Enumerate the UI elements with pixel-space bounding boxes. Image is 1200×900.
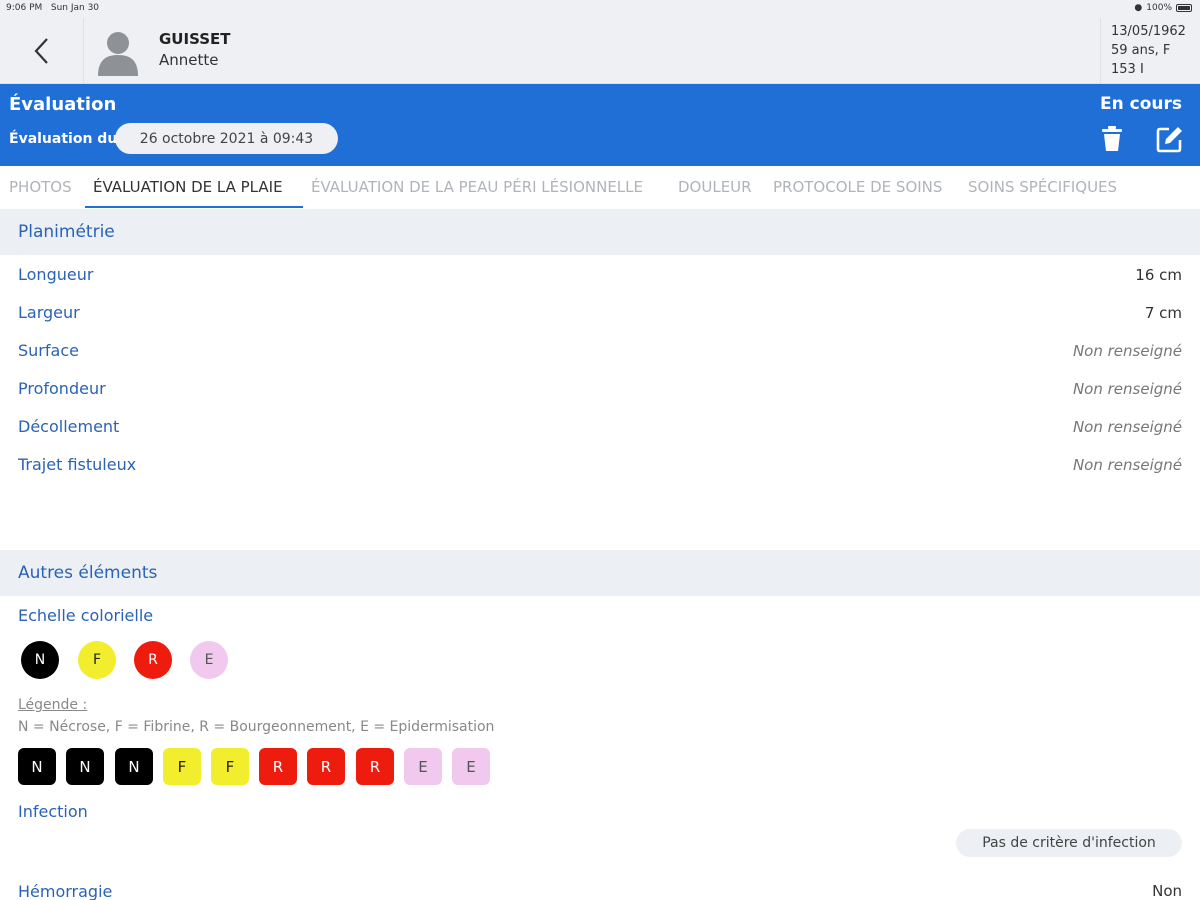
color-square: N: [115, 748, 153, 785]
back-button[interactable]: [0, 18, 84, 84]
field-label-surface: Surface: [18, 341, 79, 360]
color-square: R: [356, 748, 394, 785]
chevron-left-icon: [34, 38, 48, 64]
battery-level: 100%: [1146, 3, 1172, 13]
patient-birth-date: 13/05/1962: [1111, 24, 1186, 39]
section-title: Autres éléments: [18, 563, 158, 583]
legend-title: Légende :: [18, 697, 88, 713]
field-value-surface: Non renseigné: [1072, 342, 1182, 360]
tab-photos[interactable]: PHOTOS: [9, 178, 72, 196]
avatar: [98, 32, 138, 76]
status-bar: 9:06 PM Sun Jan 30 ● 100%: [0, 0, 1200, 18]
evaluation-title: Évaluation: [9, 94, 117, 115]
tab-evaluation-plaie[interactable]: ÉVALUATION DE LA PLAIE: [93, 178, 283, 196]
tab-protocole-soins[interactable]: PROTOCOLE DE SOINS: [773, 178, 942, 196]
patient-first-name: Annette: [159, 51, 219, 69]
field-label-longueur: Longueur: [18, 265, 94, 284]
color-square: F: [163, 748, 201, 785]
field-value-trajet-fistuleux: Non renseigné: [1072, 456, 1182, 474]
color-square: R: [307, 748, 345, 785]
field-value-profondeur: Non renseigné: [1072, 380, 1182, 398]
field-label-largeur: Largeur: [18, 303, 80, 322]
color-circle-bourgeonnement[interactable]: R: [134, 641, 172, 679]
color-square: F: [211, 748, 249, 785]
color-square: R: [259, 748, 297, 785]
color-square: E: [404, 748, 442, 785]
active-tab-indicator: [85, 206, 303, 208]
field-value-decollement: Non renseigné: [1072, 418, 1182, 436]
field-label-profondeur: Profondeur: [18, 379, 106, 398]
tab-douleur[interactable]: DOULEUR: [678, 178, 752, 196]
tab-evaluation-peau[interactable]: ÉVALUATION DE LA PEAU PÉRI LÉSIONNELLE: [311, 178, 643, 196]
field-value-largeur: 7 cm: [1144, 304, 1182, 322]
section-header-planimetrie: Planimétrie: [0, 209, 1200, 255]
patient-room: 153 I: [1111, 62, 1144, 77]
battery-icon: [1176, 4, 1192, 12]
patient-last-name: GUISSET: [159, 30, 231, 48]
tab-soins-specifiques[interactable]: SOINS SPÉCIFIQUES: [968, 178, 1117, 196]
color-circle-necrose[interactable]: N: [21, 641, 59, 679]
section-header-autres-elements: Autres éléments: [0, 550, 1200, 596]
evaluation-status: En cours: [1100, 94, 1182, 114]
field-label-trajet-fistuleux: Trajet fistuleux: [18, 455, 137, 474]
status-date: Sun Jan 30: [50, 3, 100, 13]
trash-icon[interactable]: [1100, 126, 1124, 152]
field-label-infection: Infection: [18, 802, 88, 821]
infection-value-pill[interactable]: Pas de critère d'infection: [956, 829, 1182, 857]
wifi-icon: ●: [1134, 3, 1143, 13]
tab-bar: PHOTOS ÉVALUATION DE LA PLAIE ÉVALUATION…: [0, 166, 1200, 208]
section-title: Planimétrie: [18, 222, 115, 242]
status-time: 9:06 PM: [6, 3, 43, 13]
legend-text: N = Nécrose, F = Fibrine, R = Bourgeonne…: [18, 719, 495, 735]
edit-icon[interactable]: [1156, 125, 1184, 153]
field-value-hemorragie: Non: [1152, 882, 1182, 900]
patient-info: 13/05/1962 59 ans, F 153 I: [1100, 18, 1200, 84]
color-square: E: [452, 748, 490, 785]
patient-header: GUISSET Annette 13/05/1962 59 ans, F 153…: [0, 18, 1200, 84]
field-label-decollement: Décollement: [18, 417, 120, 436]
color-square: N: [66, 748, 104, 785]
color-circle-fibrine[interactable]: F: [78, 641, 116, 679]
color-square: N: [18, 748, 56, 785]
color-circle-epidermisation[interactable]: E: [190, 641, 228, 679]
patient-age-sex: 59 ans, F: [1111, 43, 1171, 58]
field-value-longueur: 16 cm: [1135, 266, 1182, 284]
field-label-hemorragie: Hémorragie: [18, 882, 113, 900]
evaluation-date-picker[interactable]: 26 octobre 2021 à 09:43: [115, 123, 338, 154]
evaluation-date-label: Évaluation du: [9, 131, 118, 147]
evaluation-bar: Évaluation Évaluation du 26 octobre 2021…: [0, 84, 1200, 166]
field-label-echelle-colorielle: Echelle colorielle: [18, 606, 154, 625]
